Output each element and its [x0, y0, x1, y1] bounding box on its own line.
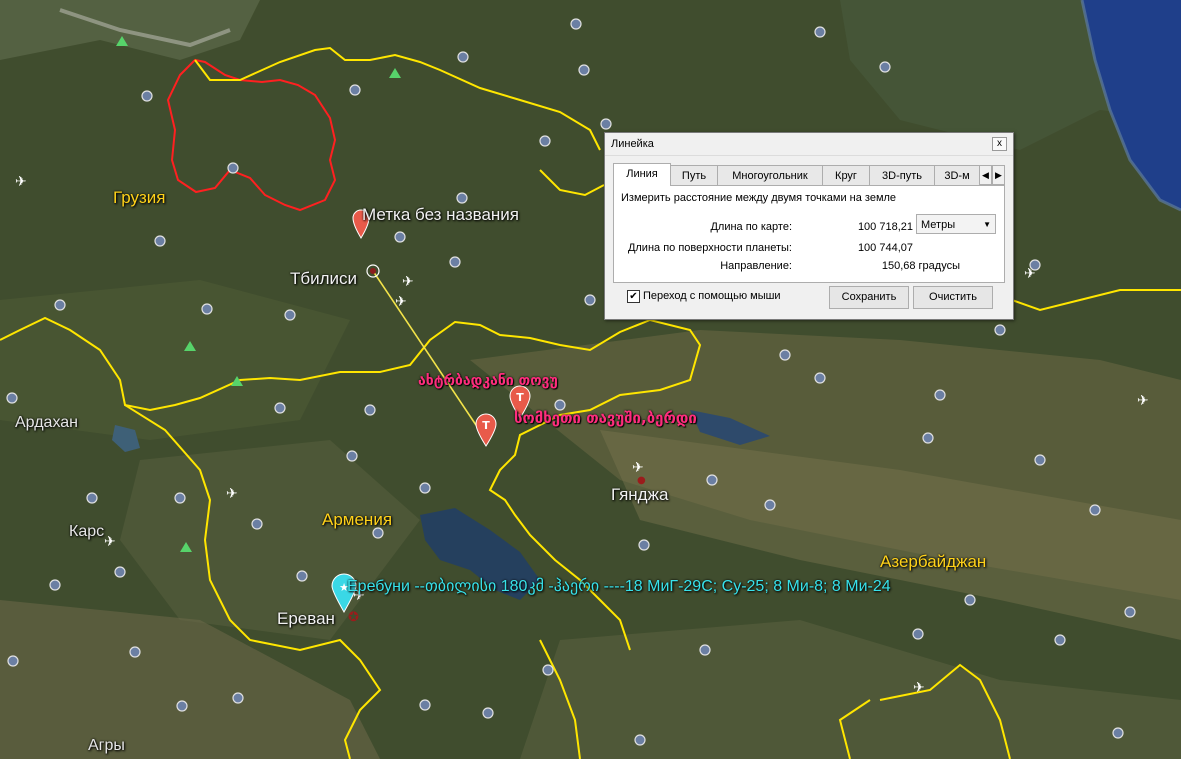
city-label-ardahan[interactable]: Ардахан: [15, 414, 78, 432]
unit-select[interactable]: Метры ▼: [916, 214, 996, 234]
tab-circle[interactable]: Круг: [822, 165, 870, 186]
city-label-yerevan[interactable]: Ереван: [277, 609, 335, 629]
city-label-agri[interactable]: Агры: [88, 737, 125, 755]
check-icon: ✔: [629, 291, 638, 302]
placemark-unnamed-label[interactable]: Метка без названия: [362, 205, 519, 225]
tab-3d-polygon[interactable]: 3D-м: [934, 165, 980, 186]
ruler-panel: Измерить расстояние между двумя точками …: [613, 185, 1005, 283]
placemark-georgian-army-label[interactable]: სომხეთი თავუში,ბერდი: [514, 409, 697, 427]
surface-length-value: 100 744,07: [857, 242, 913, 254]
mouse-nav-label: Переход с помощью мыши: [643, 290, 781, 302]
placemark-akhmeta-label[interactable]: ახტრბადკანი თოვუ: [418, 373, 558, 389]
svg-text:✈: ✈: [1024, 266, 1036, 282]
country-label-azerbaijan: Азербайджан: [880, 552, 987, 571]
ruler-dialog[interactable]: Линейка x Линия Путь Многоугольник Круг …: [604, 132, 1014, 320]
svg-text:✪: ✪: [348, 610, 359, 625]
heading-value: 150,68 градусы: [881, 260, 960, 272]
svg-text:✈: ✈: [1137, 393, 1149, 409]
svg-text:✈: ✈: [632, 460, 644, 476]
ruler-titlebar[interactable]: Линейка x: [605, 133, 1013, 156]
country-label-georgia: Грузия: [113, 188, 166, 207]
svg-text:✈: ✈: [913, 680, 925, 696]
city-label-kars[interactable]: Карс: [69, 523, 104, 541]
clear-button[interactable]: Очистить: [913, 286, 993, 309]
svg-text:T: T: [482, 419, 490, 432]
ruler-tabs: Линия Путь Многоугольник Круг 3D-путь 3D…: [613, 163, 1005, 186]
tab-line[interactable]: Линия: [613, 163, 671, 186]
mouse-nav-checkbox[interactable]: ✔: [627, 290, 640, 303]
satellite-map[interactable]: ✈✈✈ ✈✈✈ ✈✈✈ ✈ T T ★ ✪ ●: [0, 0, 1181, 759]
ruler-title: Линейка: [611, 138, 654, 150]
country-label-armenia: Армения: [322, 510, 393, 529]
map-length-value: 100 718,21: [857, 221, 913, 233]
city-label-tbilisi[interactable]: Тбилиси: [290, 269, 357, 289]
svg-text:✈: ✈: [15, 174, 27, 190]
tab-scroll-left-icon[interactable]: ◀: [979, 165, 992, 185]
unit-select-value: Метры: [921, 219, 956, 231]
tab-3d-path[interactable]: 3D-путь: [869, 165, 935, 186]
surface-length-label: Длина по поверхности планеты:: [627, 242, 792, 254]
svg-text:✈: ✈: [226, 486, 238, 502]
svg-text:T: T: [516, 391, 524, 404]
svg-text:✈: ✈: [104, 534, 116, 550]
chevron-down-icon: ▼: [983, 220, 991, 229]
map-length-label: Длина по карте:: [710, 221, 792, 233]
save-button[interactable]: Сохранить: [829, 286, 909, 309]
close-button[interactable]: x: [992, 137, 1007, 151]
tab-polygon[interactable]: Многоугольник: [717, 165, 823, 186]
svg-text:✈: ✈: [402, 274, 414, 290]
heading-label: Направление:: [720, 260, 792, 272]
placemark-erebuni-label[interactable]: Еребуни --თბილისი 180კმ -ჰაერი ----18 Ми…: [347, 576, 891, 596]
city-label-ganja[interactable]: Гянджа: [611, 485, 668, 505]
ruler-description: Измерить расстояние между двумя точками …: [621, 192, 897, 204]
svg-text:✈: ✈: [395, 294, 407, 310]
tab-scroll-right-icon[interactable]: ▶: [992, 165, 1005, 185]
tab-path[interactable]: Путь: [670, 165, 718, 186]
